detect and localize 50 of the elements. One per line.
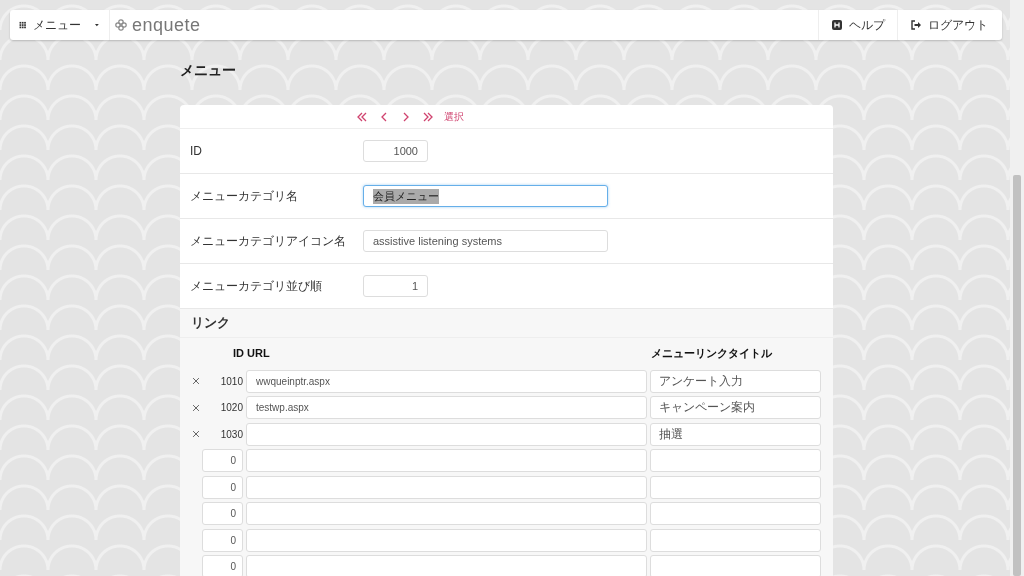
help-link[interactable]: ヘルプ [818, 10, 897, 40]
id-field[interactable]: 0 [202, 528, 243, 552]
logout-link[interactable]: ログアウト [897, 10, 1002, 40]
text-field[interactable]: assistive listening systems [363, 230, 608, 252]
field-label: メニューカテゴリアイコン名 [189, 232, 347, 250]
title-field[interactable]: キャンペーン案内 [650, 396, 821, 420]
title-field[interactable]: アンケート入力 [650, 369, 821, 393]
field-label: メニューカテゴリ名 [189, 187, 299, 205]
column-header: メニューリンクタイトル [651, 345, 772, 361]
text-field[interactable]: 会員メニュー [363, 185, 608, 207]
url-field[interactable] [246, 502, 647, 526]
grid-icon [18, 19, 28, 31]
brand-logo[interactable]: enquete [110, 10, 201, 40]
link-id: 1020 [220, 402, 243, 414]
title-field[interactable] [650, 502, 821, 526]
field-label: メニューカテゴリ並び順 [189, 277, 323, 295]
url-field[interactable] [246, 555, 647, 576]
url-field[interactable]: testwp.aspx [246, 396, 647, 420]
url-field[interactable] [246, 528, 647, 552]
link-id: 1010 [220, 375, 243, 387]
title-field[interactable] [650, 475, 821, 499]
sign-out-icon [910, 19, 922, 31]
column-header: ID URL [233, 347, 271, 359]
id-field[interactable]: 0 [202, 449, 243, 473]
last-page-button[interactable] [422, 110, 434, 123]
help-icon [831, 19, 843, 31]
id-field[interactable]: 0 [202, 475, 243, 499]
title-field[interactable] [650, 449, 821, 473]
title-field[interactable] [650, 528, 821, 552]
id-field[interactable]: 0 [202, 555, 243, 576]
select-link[interactable]: 選択 [444, 109, 464, 124]
link-id: 1030 [220, 428, 243, 440]
text-field[interactable]: 1 [363, 275, 428, 297]
text-field[interactable]: 1000 [363, 140, 428, 162]
double-chevron-right-icon [422, 110, 434, 123]
title-field[interactable]: 抽選 [650, 422, 821, 446]
url-field[interactable] [246, 449, 647, 473]
section-title: リンク [180, 309, 833, 338]
page-title: メニュー [180, 61, 237, 80]
menu-dropdown[interactable]: メニュー [10, 10, 110, 40]
field-label: ID [189, 144, 203, 158]
url-field[interactable] [246, 422, 647, 446]
scrollbar[interactable] [1010, 0, 1024, 576]
title-field[interactable] [650, 555, 821, 576]
url-field[interactable]: wwqueinptr.aspx [246, 369, 647, 393]
flower-icon [114, 19, 128, 31]
first-page-button[interactable] [356, 110, 368, 123]
url-field[interactable] [246, 475, 647, 499]
id-field[interactable]: 0 [202, 502, 243, 526]
double-chevron-left-icon [356, 110, 368, 123]
